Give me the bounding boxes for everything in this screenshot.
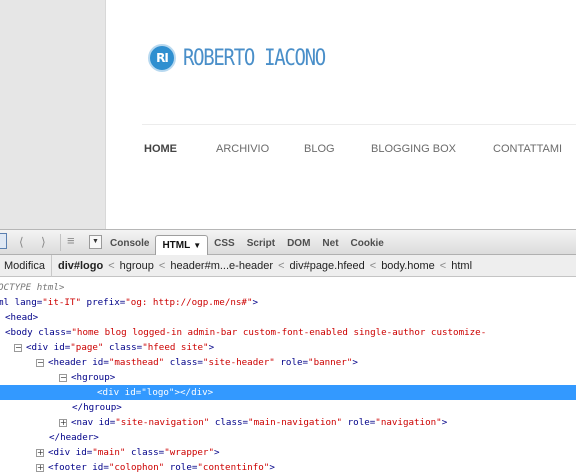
- tab-cookie[interactable]: Cookie: [345, 238, 390, 255]
- tab-html-label: HTML: [162, 240, 191, 251]
- inspect-icon[interactable]: [0, 233, 7, 249]
- site-logo[interactable]: RI ROBERTO IACONO: [148, 43, 326, 73]
- tab-css[interactable]: CSS: [208, 238, 241, 255]
- tree-row-head[interactable]: <head>: [5, 310, 38, 325]
- nav-divider: [142, 124, 576, 125]
- nav-item-blogging-box[interactable]: BLOGGING BOX: [371, 143, 493, 155]
- tab-net[interactable]: Net: [316, 238, 344, 255]
- tree-row-html[interactable]: ml lang="it-IT" prefix="og: http://ogp.m…: [0, 295, 258, 310]
- forward-icon[interactable]: ⟩: [41, 235, 46, 249]
- breadcrumb-item[interactable]: hgroup: [120, 260, 154, 272]
- chevron-down-icon[interactable]: ▼: [193, 241, 201, 250]
- nav-item-archivio[interactable]: ARCHIVIO: [216, 143, 304, 155]
- nav-item-contattami[interactable]: CONTATTAMI: [493, 143, 562, 155]
- tree-row-header-close[interactable]: </header>: [49, 430, 99, 445]
- list-icon[interactable]: ≡: [67, 233, 75, 248]
- tree-row-div-page[interactable]: − <div id="page" class="hfeed site">: [14, 340, 214, 355]
- breadcrumb-item[interactable]: div#page.hfeed: [290, 260, 365, 272]
- expand-icon[interactable]: +: [36, 448, 44, 457]
- breadcrumb-separator: <: [108, 259, 115, 272]
- toolbar-separator: [60, 234, 61, 251]
- tab-html[interactable]: HTML ▼: [155, 235, 209, 256]
- tree-row-body[interactable]: <body class="home blog logged-in admin-b…: [5, 325, 486, 340]
- edit-button[interactable]: Modifica: [0, 254, 52, 277]
- collapse-icon[interactable]: −: [59, 373, 67, 382]
- tree-row-hgroup-close[interactable]: </hgroup>: [72, 400, 122, 415]
- nav-item-home[interactable]: HOME: [144, 143, 216, 155]
- tree-row-doctype[interactable]: OCTYPE html>: [0, 280, 64, 295]
- expand-icon[interactable]: +: [36, 463, 44, 472]
- chevron-down-icon[interactable]: ▼: [89, 235, 102, 249]
- tab-console[interactable]: Console: [104, 238, 155, 255]
- back-icon[interactable]: ⟨: [19, 235, 24, 249]
- devtools-toolbar: ⟨ ⟩ ≡ ▼ Console HTML ▼ CSS Script DOM Net…: [0, 229, 576, 256]
- breadcrumb-item[interactable]: div#logo: [58, 260, 103, 272]
- tree-row-div-main[interactable]: + <div id="main" class="wrapper">: [36, 445, 220, 460]
- tree-row-nav[interactable]: + <nav id="site-navigation" class="main-n…: [59, 415, 447, 430]
- tree-row-header[interactable]: − <header id="masthead" class="site-heade…: [36, 355, 358, 370]
- expand-icon[interactable]: +: [59, 418, 67, 427]
- breadcrumb-separator: <: [439, 259, 447, 272]
- tab-dom[interactable]: DOM: [281, 238, 316, 255]
- page-content: RI ROBERTO IACONO HOME ARCHIVIO BLOG BLO…: [105, 0, 576, 229]
- breadcrumb-item[interactable]: header#m...e-header: [170, 260, 273, 272]
- breadcrumb-item[interactable]: html: [451, 260, 472, 272]
- tree-row-footer[interactable]: + <footer id="colophon" role="contentinfo…: [36, 460, 275, 473]
- logo-text: ROBERTO IACONO: [183, 45, 326, 71]
- breadcrumb-item[interactable]: body.home: [381, 260, 435, 272]
- devtools-tabs: Console HTML ▼ CSS Script DOM Net Cookie: [104, 230, 390, 256]
- website-viewport: RI ROBERTO IACONO HOME ARCHIVIO BLOG BLO…: [0, 0, 576, 229]
- tree-row-div-logo-selected[interactable]: <div id="logo"></div>: [0, 385, 576, 400]
- tab-script[interactable]: Script: [241, 238, 281, 255]
- collapse-icon[interactable]: −: [14, 343, 22, 352]
- breadcrumb-separator: <: [278, 259, 285, 272]
- breadcrumb-separator: <: [158, 259, 166, 272]
- html-tree-panel: OCTYPE html> ml lang="it-IT" prefix="og:…: [0, 277, 576, 473]
- breadcrumb: Modifica div#logo < hgroup < header#m...…: [0, 254, 576, 277]
- logo-mark: RI: [148, 44, 176, 72]
- collapse-icon[interactable]: −: [36, 358, 44, 367]
- main-navigation: HOME ARCHIVIO BLOG BLOGGING BOX CONTATTA…: [144, 143, 562, 155]
- tree-row-hgroup[interactable]: − <hgroup>: [59, 370, 115, 385]
- nav-item-blog[interactable]: BLOG: [304, 143, 371, 155]
- breadcrumb-separator: <: [369, 259, 377, 272]
